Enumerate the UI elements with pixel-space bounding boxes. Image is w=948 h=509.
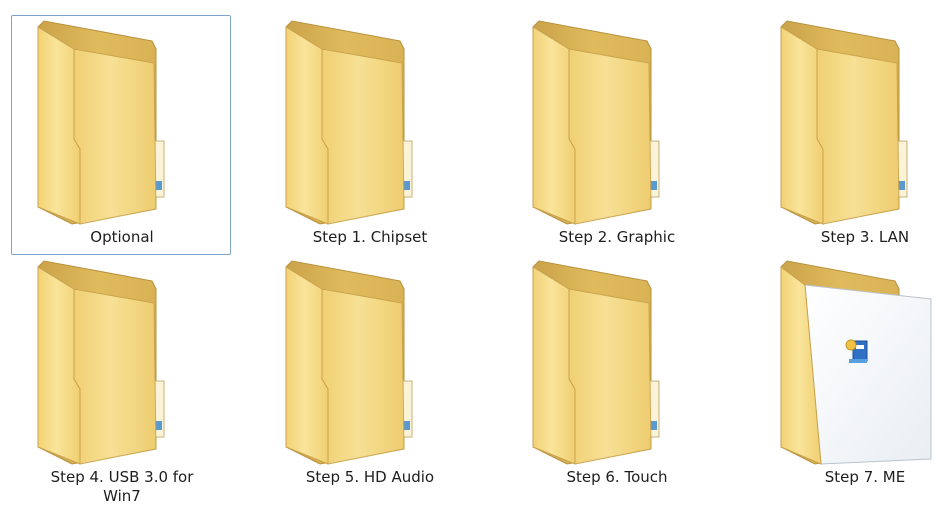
folder-icon [532,260,660,465]
folder-icon [285,20,413,225]
folder-step-7-me[interactable]: Step 7. ME [754,255,948,495]
folder-icon [37,260,165,465]
folder-label: Step 3. LAN [820,228,910,246]
folder-step-6-touch[interactable]: Step 6. Touch [506,255,726,495]
folder-label: Step 2. Graphic [558,228,676,246]
folder-with-document-icon [780,260,932,465]
folder-step-2-graphic[interactable]: Step 2. Graphic [506,15,726,255]
folder-step-4-usb-3-for-win7[interactable]: Step 4. USB 3.0 for Win7 [11,255,231,505]
folder-icon [532,20,660,225]
folder-step-3-lan[interactable]: Step 3. LAN [754,15,948,255]
folder-label: Step 6. Touch [566,468,668,486]
folder-label: Step 7. ME [824,468,906,486]
folder-label: Step 1. Chipset [312,228,428,246]
folder-label: Step 5. HD Audio [305,468,435,486]
folder-icon [780,20,908,225]
folder-icon [37,20,165,225]
folder-label-line-1: Step 4. USB 3.0 for [50,468,194,486]
folder-step-1-chipset[interactable]: Step 1. Chipset [259,15,479,255]
folder-step-5-hd-audio[interactable]: Step 5. HD Audio [259,255,479,495]
folder-icon [285,260,413,465]
folder-grid: Optional Step 1. Chipset Step 2. Graphic [0,0,948,509]
folder-label: Step 4. USB 3.0 for Win7 [12,468,232,506]
folder-label: Optional [90,228,154,246]
folder-label-line-2: Win7 [103,487,141,505]
folder-optional[interactable]: Optional [11,15,231,255]
